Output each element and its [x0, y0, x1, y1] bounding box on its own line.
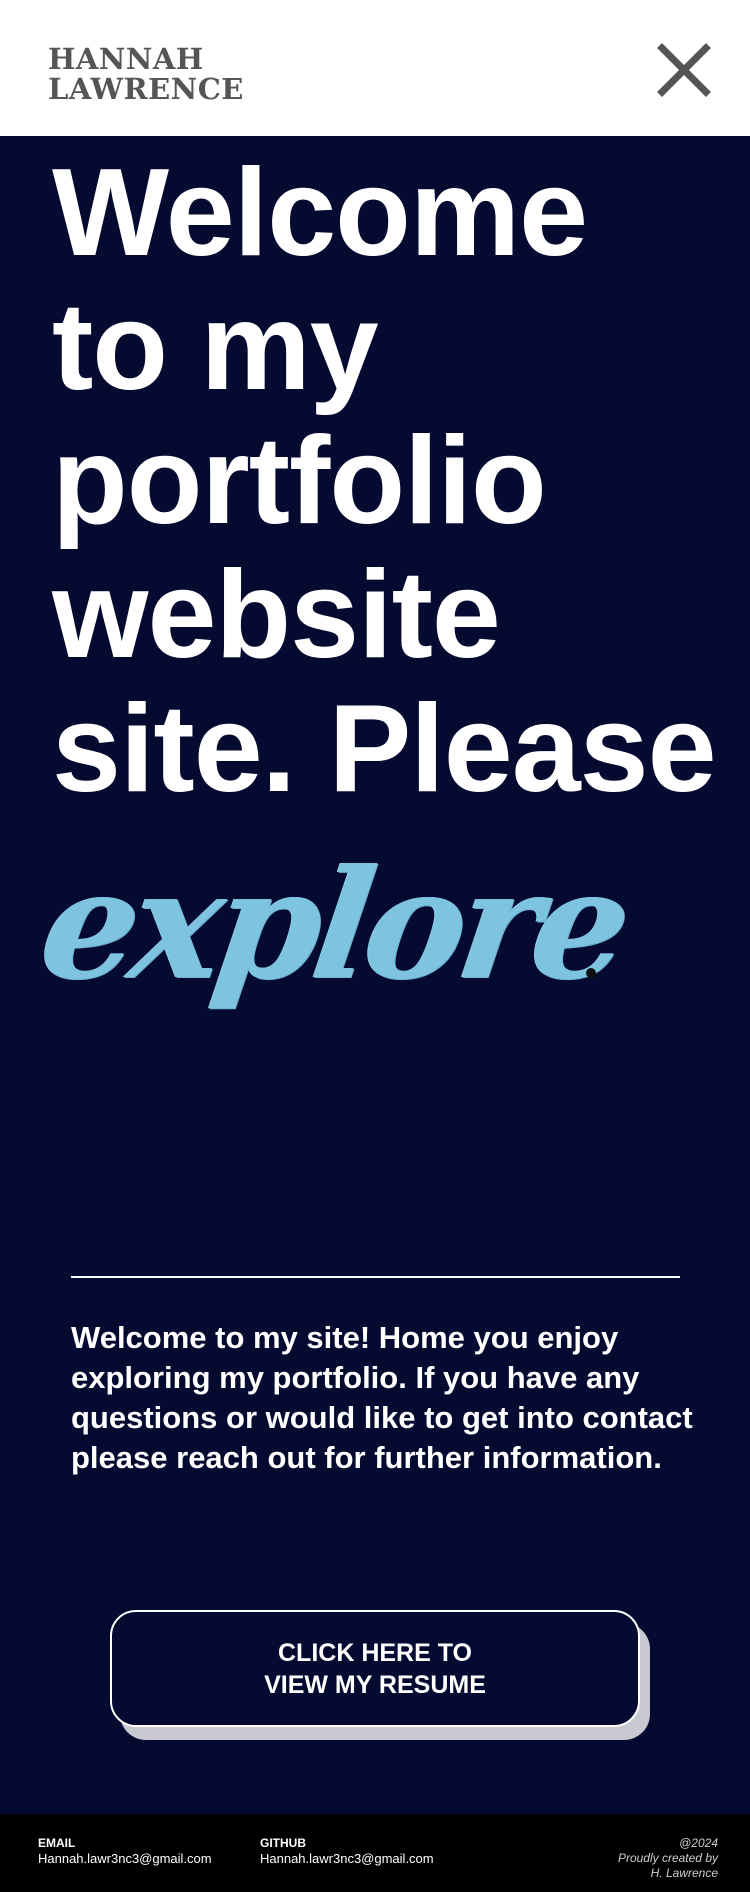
headline-line: site. Please: [52, 680, 717, 818]
footer-email-link[interactable]: Hannah.lawr3nc3@gmail.com: [38, 1851, 212, 1866]
headline-line: portfolio: [52, 412, 547, 550]
footer-credit: @2024 Proudly created by H. Lawrence: [618, 1836, 718, 1881]
close-icon: [657, 43, 711, 97]
footer-github-label: GITHUB: [260, 1836, 306, 1850]
footer-created-by: Proudly created by: [617, 1851, 718, 1865]
logo-line-last: LAWRENCE: [48, 72, 244, 106]
resume-button-label-line2: VIEW MY RESUME: [264, 1670, 486, 1699]
close-menu-button[interactable]: [656, 42, 712, 98]
resume-button-label-line1: CLICK HERE TO: [278, 1638, 472, 1667]
footer-copyright: @2024: [679, 1836, 718, 1850]
logo-line-first: HANNAH: [48, 42, 204, 76]
site-footer: EMAIL Hannah.lawr3nc3@gmail.com GITHUB H…: [0, 1814, 750, 1892]
headline-line: Welcome: [52, 144, 588, 282]
site-logo[interactable]: HANNAH LAWRENCE: [48, 44, 244, 104]
footer-github: GITHUB Hannah.lawr3nc3@gmail.com: [260, 1836, 434, 1866]
explore-script-word: explore: [32, 837, 636, 1020]
explore-script-text: explore: [31, 837, 636, 1013]
footer-email-label: EMAIL: [38, 1836, 76, 1850]
section-divider: [71, 1276, 680, 1278]
explore-period-dot: [586, 968, 596, 978]
site-header: HANNAH LAWRENCE: [0, 0, 750, 136]
footer-email: EMAIL Hannah.lawr3nc3@gmail.com: [38, 1836, 212, 1866]
intro-paragraph: Welcome to my site! Home you enjoy explo…: [71, 1320, 693, 1475]
footer-github-link[interactable]: Hannah.lawr3nc3@gmail.com: [260, 1851, 434, 1866]
headline-line: website: [52, 546, 501, 684]
view-resume-button[interactable]: CLICK HERE TO VIEW MY RESUME: [110, 1610, 640, 1727]
footer-author: H. Lawrence: [650, 1866, 718, 1880]
hero-headline: Welcome to my portfolio website site. Pl…: [52, 146, 742, 816]
headline-line: to my: [52, 278, 379, 416]
